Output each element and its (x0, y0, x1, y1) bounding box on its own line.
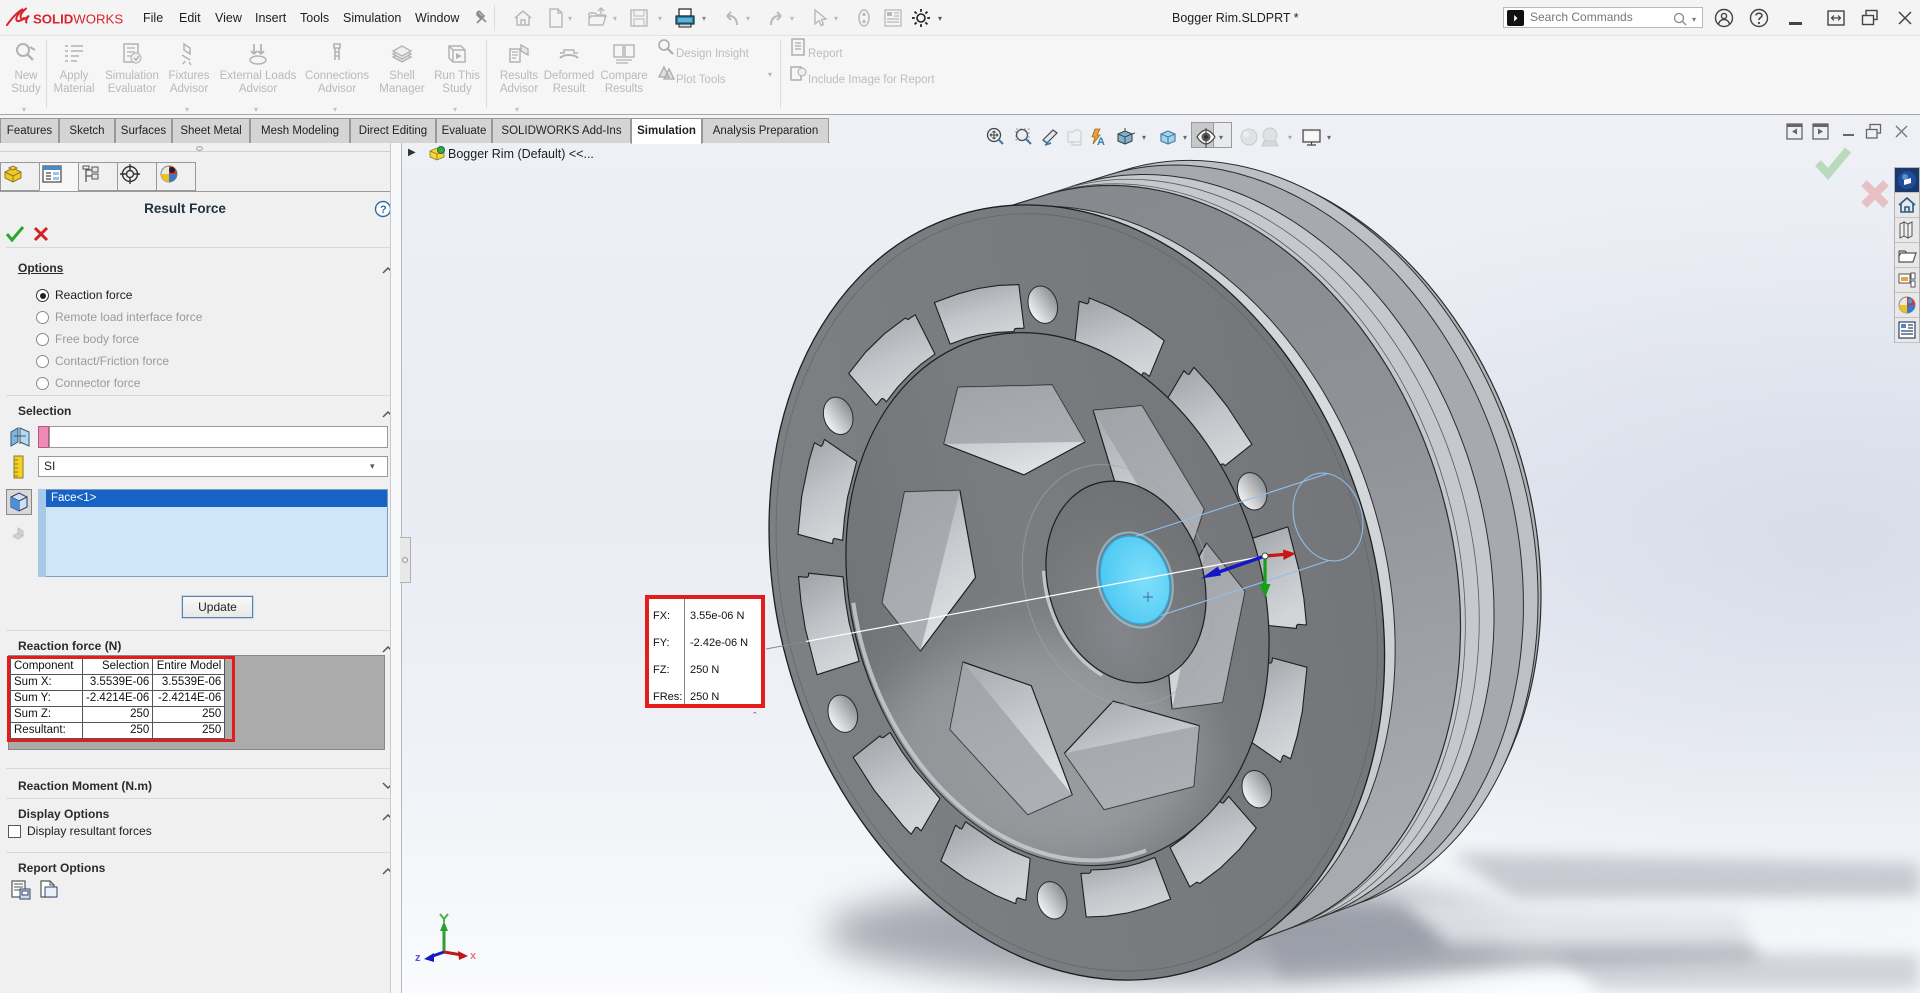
svg-text:z: z (415, 952, 421, 964)
svg-text:?: ? (380, 204, 387, 216)
svg-text:A: A (1097, 136, 1105, 148)
svg-text:x: x (470, 950, 477, 962)
svg-text:SOLIDWORKS: SOLIDWORKS (33, 12, 123, 27)
